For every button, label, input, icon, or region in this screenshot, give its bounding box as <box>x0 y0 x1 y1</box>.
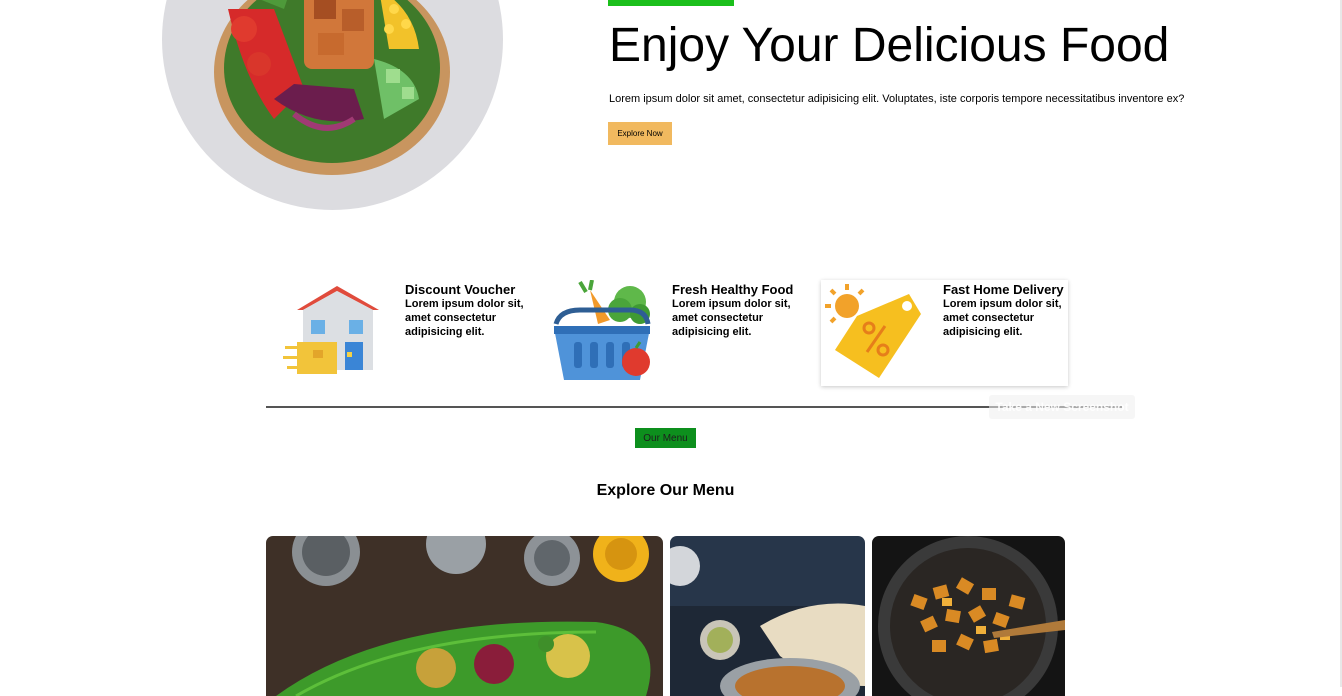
feature-description: Lorem ipsum dolor sit, amet consectetur … <box>672 298 791 338</box>
feature-title: Discount Voucher <box>405 282 516 297</box>
hero-description: Lorem ipsum dolor sit amet, consectetur … <box>609 93 1185 105</box>
feature-description: Lorem ipsum dolor sit, amet consectetur … <box>943 298 1062 338</box>
explore-now-button[interactable]: Explore Now <box>608 122 672 145</box>
house-delivery-icon <box>283 286 379 374</box>
menu-photo-curry-naan[interactable] <box>670 536 865 696</box>
feature-fresh-healthy-food: Fresh Healthy Food Lorem ipsum dolor sit… <box>550 280 797 386</box>
menu-heading: Explore Our Menu <box>596 482 735 499</box>
feature-title: Fresh Healthy Food <box>672 282 794 297</box>
menu-photo-roasted-potatoes[interactable] <box>872 536 1065 696</box>
vegetable-basket-icon <box>553 280 651 380</box>
feature-title: Fast Home Delivery <box>943 282 1064 297</box>
menu-photo-banana-leaf-meal[interactable] <box>266 536 663 696</box>
hero-accent-bar <box>608 0 734 6</box>
discount-tag-icon <box>825 284 921 378</box>
our-menu-tag[interactable]: Our Menu <box>635 428 696 448</box>
feature-discount-voucher: Discount Voucher Lorem ipsum dolor sit, … <box>283 280 530 386</box>
hero-title: Enjoy Your Delicious Food <box>609 19 1170 72</box>
take-screenshot-overlay[interactable]: Take a New Screenshot <box>989 395 1135 419</box>
feature-description: Lorem ipsum dolor sit, amet consectetur … <box>405 298 524 338</box>
feature-fast-home-delivery: Fast Home Delivery Lorem ipsum dolor sit… <box>821 280 1068 386</box>
hero-food-bowl-image <box>162 0 503 210</box>
